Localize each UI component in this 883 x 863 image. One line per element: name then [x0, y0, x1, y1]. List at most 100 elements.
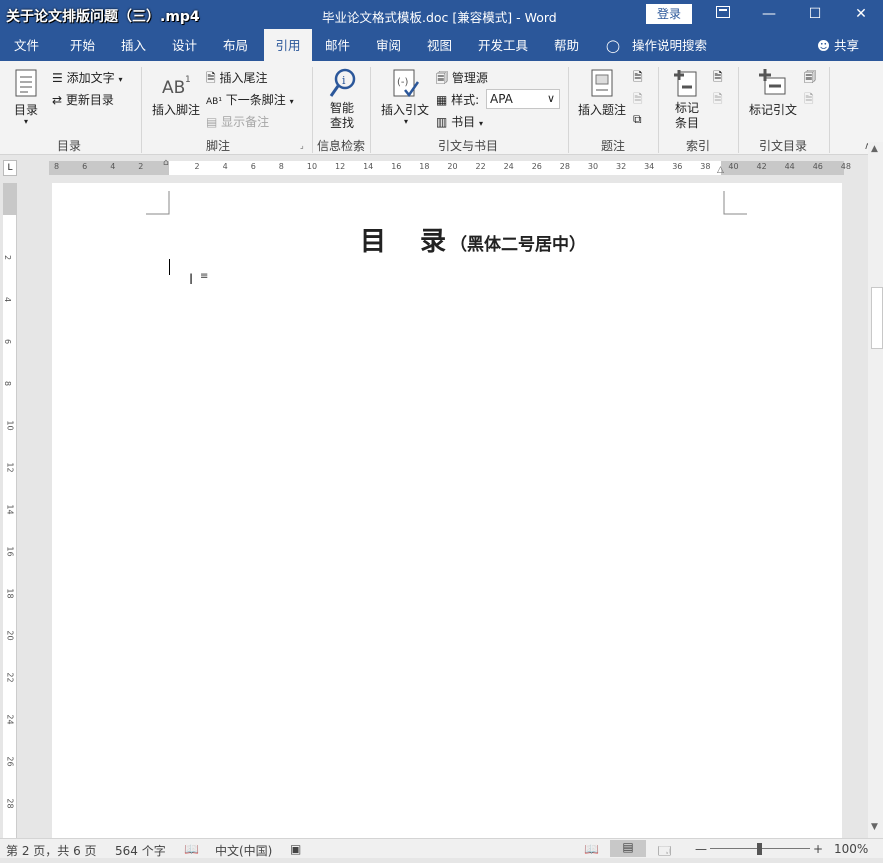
zoom-slider-thumb[interactable]: [757, 843, 762, 855]
ruler-tick-label: 22: [475, 162, 486, 171]
style-icon: ▦: [436, 93, 448, 107]
print-layout-icon[interactable]: ▤: [610, 840, 646, 857]
ruler-tick-label: 36: [672, 162, 683, 171]
tab-insert[interactable]: 插入: [121, 29, 146, 61]
manage-sources-icon: 🗐: [436, 71, 448, 85]
tab-view[interactable]: 视图: [427, 29, 452, 61]
ruler-tick-label: 30: [587, 162, 599, 171]
footnote-dialog-launcher-icon[interactable]: ⌟: [300, 141, 304, 150]
toc-icon: [15, 69, 39, 102]
ruler-tick-label: 42: [756, 162, 767, 171]
macro-recording-icon[interactable]: ▣: [290, 842, 301, 856]
update-table-icon[interactable]: 🗎: [633, 90, 643, 111]
close-icon[interactable]: ✕: [838, 0, 883, 29]
vertical-ruler[interactable]: 2 4 6 8 10 12 14 16 18 20 22 24 26 28: [3, 183, 17, 838]
zoom-in-icon[interactable]: +: [813, 842, 823, 856]
tab-help[interactable]: 帮助: [554, 29, 579, 61]
zoom-level[interactable]: 100%: [834, 842, 868, 856]
tab-mailings[interactable]: 邮件: [325, 29, 350, 61]
add-text-icon: ☰: [52, 71, 63, 85]
insert-footnote-button[interactable]: 插入脚注: [152, 101, 200, 118]
scrollbar-thumb[interactable]: [871, 287, 883, 349]
update-toa-icon[interactable]: 🗎: [804, 90, 814, 111]
insert-table-of-figures-icon[interactable]: 🗎: [633, 68, 643, 89]
show-notes-icon: ▤: [206, 115, 218, 129]
vruler-margin: [3, 183, 17, 215]
update-index-icon[interactable]: 🗎: [713, 90, 723, 111]
zoom-out-icon[interactable]: —: [695, 842, 707, 856]
scroll-down-icon[interactable]: ▼: [871, 822, 878, 832]
vruler-tick-label: 14: [5, 504, 15, 515]
scroll-up-icon[interactable]: ▲: [871, 144, 878, 154]
update-toc-button[interactable]: ⇄ 更新目录: [52, 91, 114, 108]
ruler-tick-label: 48: [840, 162, 851, 171]
insert-citation-button[interactable]: 插入引文: [381, 101, 429, 118]
tell-me-search[interactable]: ◯ 操作说明搜索: [606, 29, 707, 61]
tab-home[interactable]: 开始: [70, 29, 95, 61]
ruler-tick-label: 38: [700, 162, 711, 171]
bibliography-button[interactable]: ▥ 书目 ▾: [436, 113, 483, 130]
toc-dropdown-icon[interactable]: ▾: [24, 117, 28, 126]
maximize-icon[interactable]: ☐: [792, 0, 838, 29]
tab-review[interactable]: 审阅: [376, 29, 401, 61]
ibeam-cursor-icon: I: [189, 272, 194, 288]
update-icon: ⇄: [52, 93, 63, 107]
add-text-button[interactable]: ☰ 添加文字 ▾: [52, 69, 122, 86]
cross-reference-icon[interactable]: ⧉: [633, 112, 642, 127]
tab-developer[interactable]: 开发工具: [478, 29, 528, 61]
ribbon-display-options-icon[interactable]: [700, 0, 746, 29]
mark-entry-button[interactable]: 标记 条目: [675, 101, 699, 131]
smart-lookup-button[interactable]: 智能 查找: [330, 101, 354, 131]
next-footnote-icon: AB¹: [206, 97, 222, 107]
language-indicator[interactable]: 中文(中国): [215, 842, 272, 859]
web-layout-icon[interactable]: 🗔: [658, 842, 671, 863]
insert-footnote-icon: AB 1: [162, 73, 192, 100]
page-count[interactable]: 第 2 页，共 6 页: [6, 842, 97, 859]
toc-button[interactable]: 目录: [14, 101, 38, 118]
tab-references[interactable]: 引用: [264, 29, 312, 61]
insert-table-of-authorities-icon[interactable]: 🗐: [804, 68, 816, 89]
indent-marker-icon[interactable]: ⌂: [163, 158, 169, 168]
document-page[interactable]: 目 录（黑体二号居中） I ≡: [52, 183, 842, 838]
chevron-down-icon: ∨: [546, 92, 555, 105]
insert-citation-dropdown-icon[interactable]: ▾: [404, 117, 408, 126]
vruler-tick-label: 12: [5, 462, 15, 473]
vruler-tick-label: 18: [5, 588, 15, 599]
ruler-tick-label: 46: [812, 162, 823, 171]
ribbon: 目录 ▾ ☰ 添加文字 ▾ ⇄ 更新目录 目录 AB 1 插入脚注 🗎 插入尾注 …: [0, 61, 883, 155]
share-button[interactable]: ☻ 共享: [817, 29, 859, 61]
vertical-scrollbar[interactable]: ▲ ▼: [868, 142, 883, 838]
group-label-toc: 目录: [57, 139, 82, 153]
word-count[interactable]: 564 个字: [115, 842, 166, 859]
tab-selector[interactable]: L: [3, 160, 17, 176]
vruler-tick-label: 28: [5, 798, 15, 809]
citation-style-label: ▦ 样式:: [436, 93, 480, 107]
insert-endnote-button[interactable]: 🗎 插入尾注: [206, 69, 268, 90]
proofing-icon[interactable]: 📖: [184, 842, 199, 856]
group-label-footnotes: 脚注: [206, 139, 231, 153]
read-mode-icon[interactable]: 📖: [584, 842, 599, 856]
next-footnote-button[interactable]: AB¹ 下一条脚注 ▾: [206, 91, 294, 108]
tab-file[interactable]: 文件: [14, 29, 39, 61]
show-notes-button[interactable]: ▤ 显示备注: [206, 113, 269, 130]
group-separator: [141, 67, 142, 153]
tab-layout[interactable]: 布局: [223, 29, 248, 61]
insert-index-icon[interactable]: 🗎: [713, 68, 723, 89]
click-type-align-icon: ≡: [200, 271, 209, 282]
minimize-icon[interactable]: —: [746, 0, 792, 29]
ribbon-tab-row: 文件 开始 插入 设计 布局 引用 邮件 审阅 视图 开发工具 帮助 ◯ 操作说…: [0, 29, 883, 61]
group-label-captions: 题注: [601, 139, 626, 153]
manage-sources-button[interactable]: 🗐 管理源: [436, 69, 488, 90]
mark-entry-icon: [672, 68, 700, 103]
horizontal-ruler[interactable]: ⌂ △ 8 6 4 2 2 4 6 8 10 12 14 16 18 20 22 24 26 28 30 32 34 36…: [49, 158, 851, 175]
vruler-tick-label: 8: [3, 380, 13, 387]
insert-caption-button[interactable]: 插入题注: [578, 101, 626, 118]
mark-citation-button[interactable]: 标记引文: [749, 101, 797, 118]
toc-heading: 目 录（黑体二号居中）: [360, 221, 586, 258]
ruler-tick-label: 4: [110, 162, 116, 171]
right-indent-marker-icon[interactable]: △: [717, 165, 724, 175]
login-button[interactable]: 登录: [646, 4, 692, 24]
citation-style-select[interactable]: APA ∨: [486, 89, 560, 109]
vruler-tick-label: 26: [5, 756, 15, 767]
tab-design[interactable]: 设计: [172, 29, 197, 61]
